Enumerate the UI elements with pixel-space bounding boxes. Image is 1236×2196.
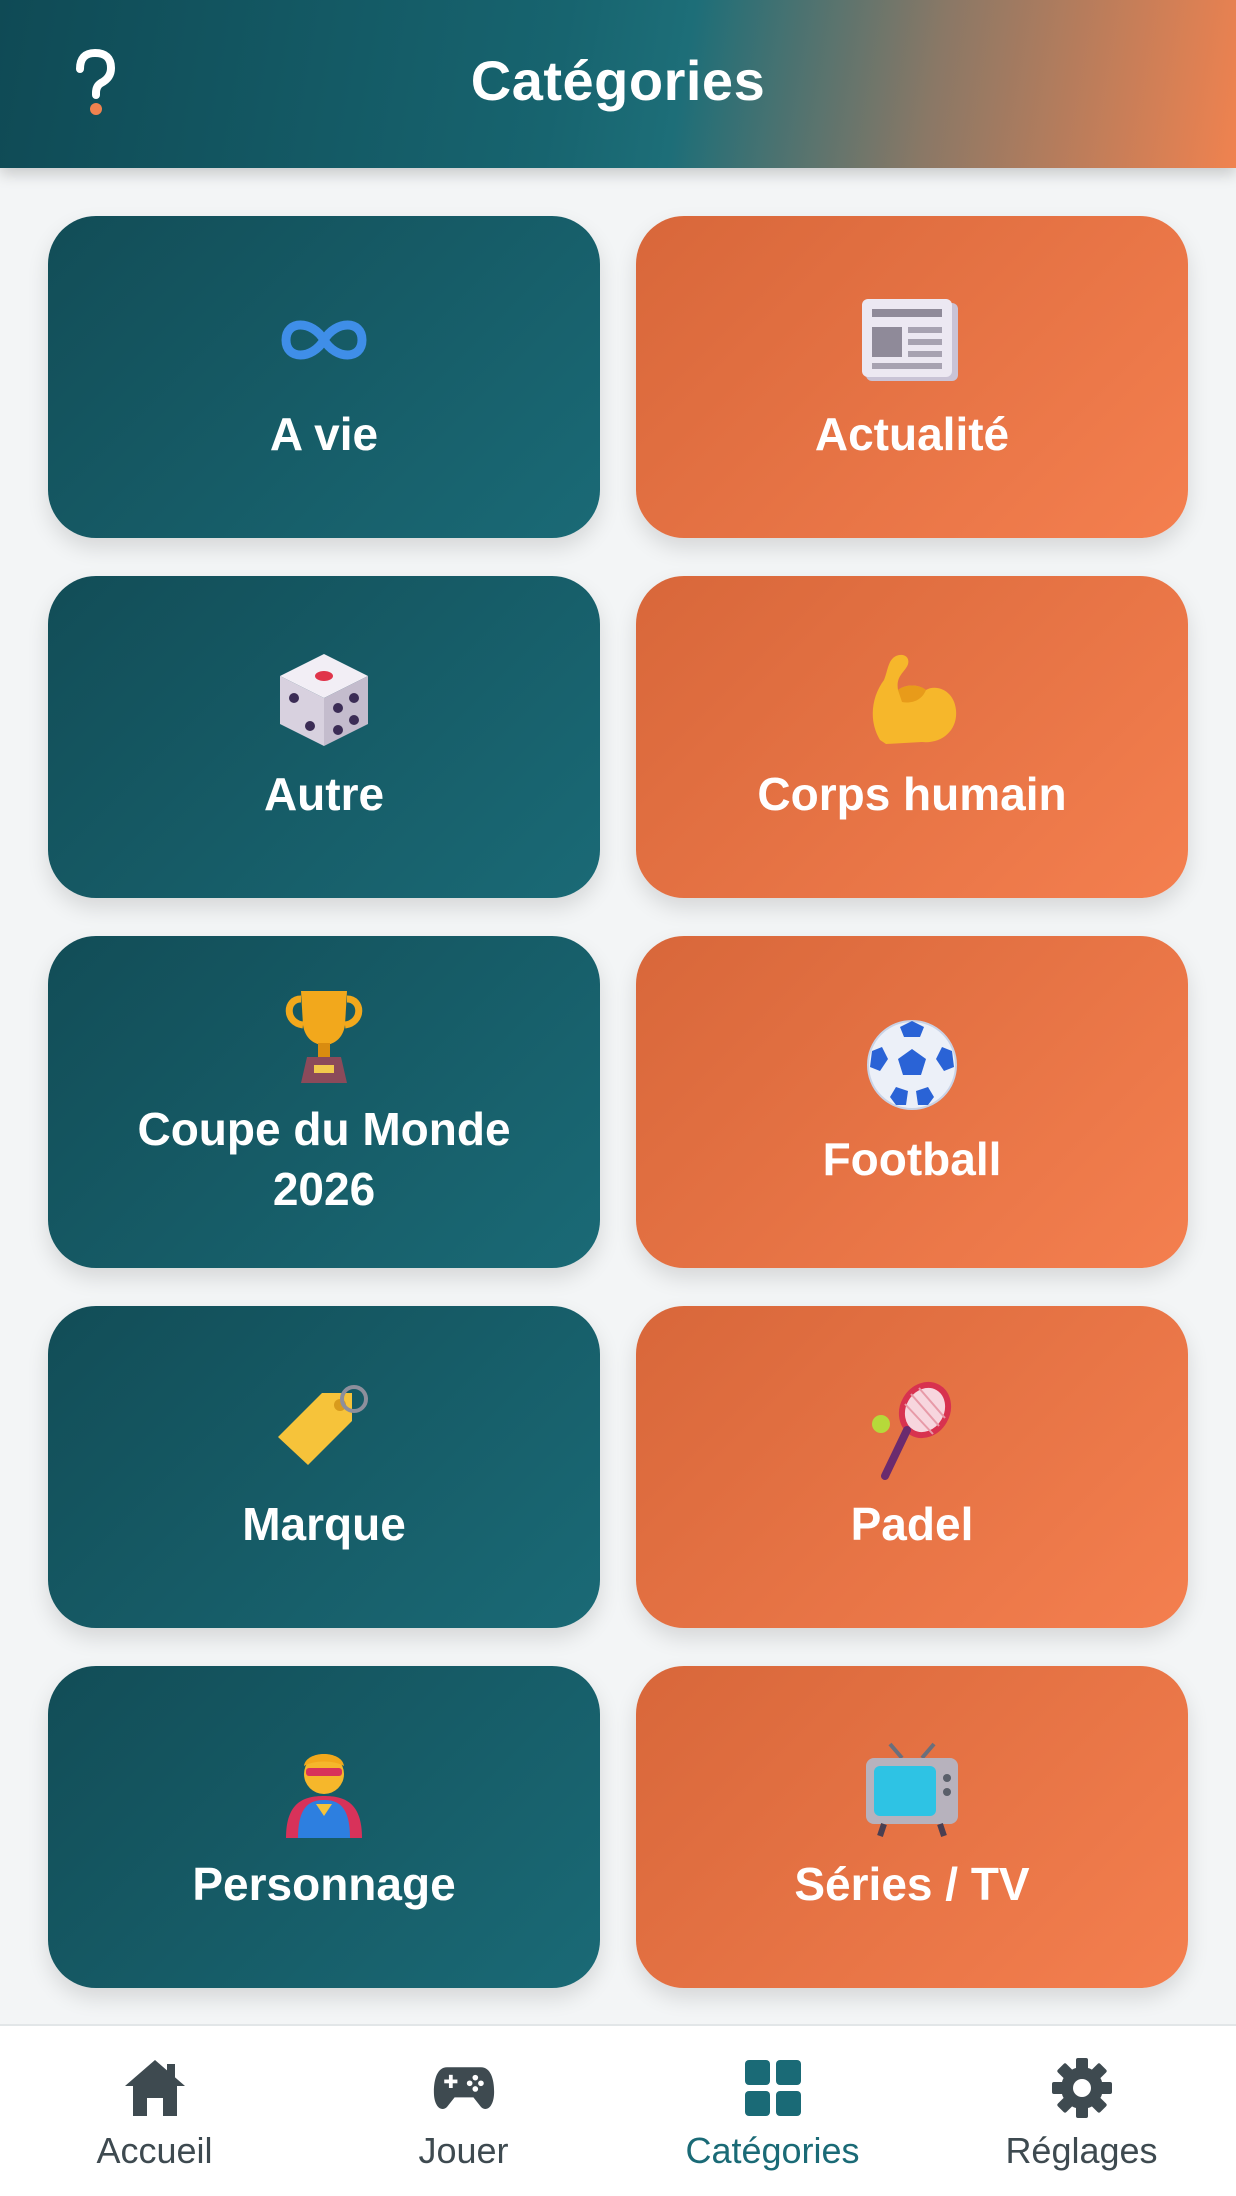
category-label: Autre — [263, 768, 385, 820]
category-label: Padel — [850, 1498, 974, 1550]
trophy-icon — [274, 985, 374, 1085]
soccer-ball-icon — [862, 1015, 962, 1115]
category-card-autre[interactable]: Autre — [48, 576, 600, 898]
top-bar: Catégories — [0, 0, 1236, 168]
dice-icon — [274, 650, 374, 750]
nav-item-accueil[interactable]: Accueil — [0, 2026, 309, 2196]
nav-label: Catégories — [685, 2130, 860, 2171]
category-card-series-tv[interactable]: Séries / TV — [636, 1666, 1188, 1988]
home-icon — [123, 2056, 187, 2120]
grid-icon — [741, 2056, 805, 2120]
nav-label: Accueil — [96, 2130, 213, 2171]
category-label: Football — [822, 1133, 1002, 1185]
nav-item-jouer[interactable]: Jouer — [309, 2026, 618, 2196]
category-label: Coupe du Monde 2026 — [137, 1103, 511, 1215]
category-card-corps-humain[interactable]: Corps humain — [636, 576, 1188, 898]
category-label: Corps humain — [757, 768, 1067, 820]
nav-label: Réglages — [1005, 2130, 1158, 2171]
category-label: Marque — [242, 1498, 406, 1550]
category-card-padel[interactable]: Padel — [636, 1306, 1188, 1628]
label-tag-icon — [274, 1380, 374, 1480]
flexed-biceps-icon — [862, 650, 962, 750]
category-card-actualite[interactable]: Actualité — [636, 216, 1188, 538]
television-icon — [862, 1740, 962, 1840]
infinity-icon — [274, 290, 374, 390]
category-label: A vie — [269, 408, 379, 460]
nav-label: Jouer — [418, 2130, 509, 2171]
category-card-marque[interactable]: Marque — [48, 1306, 600, 1628]
newspaper-icon — [862, 290, 962, 390]
page-title: Catégories — [470, 49, 766, 112]
gamepad-icon — [432, 2056, 496, 2120]
nav-item-categories[interactable]: Catégories — [618, 2026, 927, 2196]
category-card-coupe-du-monde-2026[interactable]: Coupe du Monde 2026 — [48, 936, 600, 1268]
category-card-personnage[interactable]: Personnage — [48, 1666, 600, 1988]
category-label: Actualité — [814, 408, 1010, 460]
bottom-navigation: Accueil Jouer Catégories Réglages — [0, 2024, 1236, 2196]
category-label: Séries / TV — [794, 1858, 1030, 1910]
category-card-football[interactable]: Football — [636, 936, 1188, 1268]
nav-item-reglages[interactable]: Réglages — [927, 2026, 1236, 2196]
superhero-icon — [274, 1740, 374, 1840]
category-label: Personnage — [192, 1858, 456, 1910]
tennis-racket-icon — [862, 1380, 962, 1480]
category-card-a-vie[interactable]: A vie — [48, 216, 600, 538]
gear-icon — [1050, 2056, 1114, 2120]
app-root: Catégories A vie Actualité Autre Corps h… — [0, 0, 1236, 2196]
